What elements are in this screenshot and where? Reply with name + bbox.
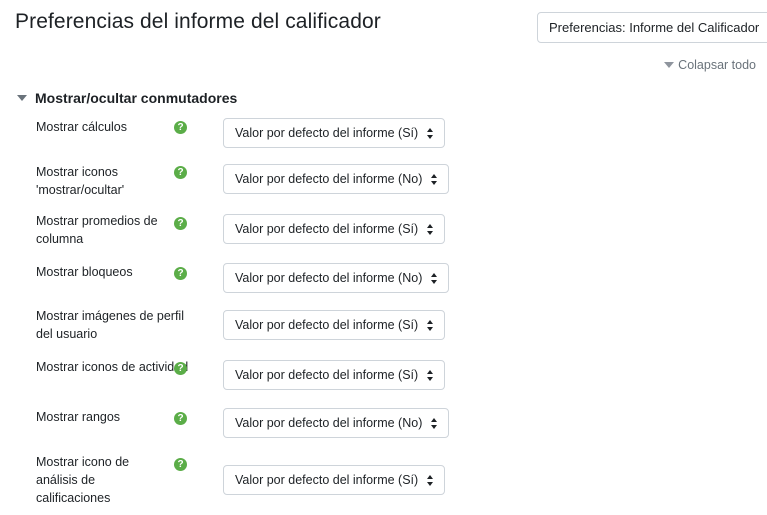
select-value: Valor por defecto del informe (No) [235,416,423,430]
report-jump-select[interactable]: Preferencias: Informe del Calificador [537,12,767,43]
help-icon[interactable]: ? [174,362,187,375]
select-arrows-icon [427,224,434,235]
setting-label: Mostrar rangos [36,410,121,424]
select-value: Valor por defecto del informe (No) [235,271,423,285]
setting-select[interactable]: Valor por defecto del informe (Sí) [223,118,446,148]
help-icon[interactable]: ? [174,166,187,179]
setting-label: Mostrar bloqueos [36,265,133,279]
select-value: Valor por defecto del informe (Sí) [235,368,419,382]
help-icon[interactable]: ? [174,121,187,134]
select-arrows-icon [427,128,434,139]
help-icon[interactable]: ? [174,412,187,425]
select-arrows-icon [427,370,434,381]
select-arrows-icon [431,273,438,284]
setting-select[interactable]: Valor por defecto del informe (Sí) [223,214,446,244]
help-icon[interactable]: ? [174,458,187,471]
setting-label: Mostrar iconos 'mostrar/ocultar' [36,165,125,197]
setting-label: Mostrar icono de análisis de calificacio… [36,455,130,505]
setting-label: Mostrar imágenes de perfil del usuario [36,309,184,341]
setting-select[interactable]: Valor por defecto del informe (No) [223,164,450,194]
help-icon[interactable]: ? [174,217,187,230]
caret-down-icon [17,95,27,101]
collapse-all-link[interactable]: Colapsar todo [664,58,756,72]
setting-select[interactable]: Valor por defecto del informe (Sí) [223,465,446,495]
setting-label: Mostrar cálculos [36,120,127,134]
select-arrows-icon [431,174,438,185]
help-icon[interactable]: ? [174,267,187,280]
select-arrows-icon [427,475,434,486]
select-value: Valor por defecto del informe (Sí) [235,473,419,487]
select-arrows-icon [431,418,438,429]
setting-label: Mostrar iconos de actividad [36,360,189,374]
setting-select[interactable]: Valor por defecto del informe (No) [223,408,450,438]
select-value: Valor por defecto del informe (Sí) [235,126,419,140]
collapse-all-label: Colapsar todo [678,58,756,72]
select-value: Valor por defecto del informe (No) [235,172,423,186]
select-arrows-icon [427,320,434,331]
setting-label: Mostrar promedios de columna [36,214,158,246]
setting-select[interactable]: Valor por defecto del informe (Sí) [223,310,446,340]
caret-down-icon [664,62,675,68]
section-toggle-show-hide[interactable]: Mostrar/ocultar conmutadores [17,90,237,106]
select-value: Valor por defecto del informe (Sí) [235,222,419,236]
section-title: Mostrar/ocultar conmutadores [35,90,238,106]
setting-select[interactable]: Valor por defecto del informe (Sí) [223,360,446,390]
setting-select[interactable]: Valor por defecto del informe (No) [223,263,450,293]
select-value: Valor por defecto del informe (Sí) [235,318,419,332]
page-title: Preferencias del informe del calificador [15,10,381,33]
